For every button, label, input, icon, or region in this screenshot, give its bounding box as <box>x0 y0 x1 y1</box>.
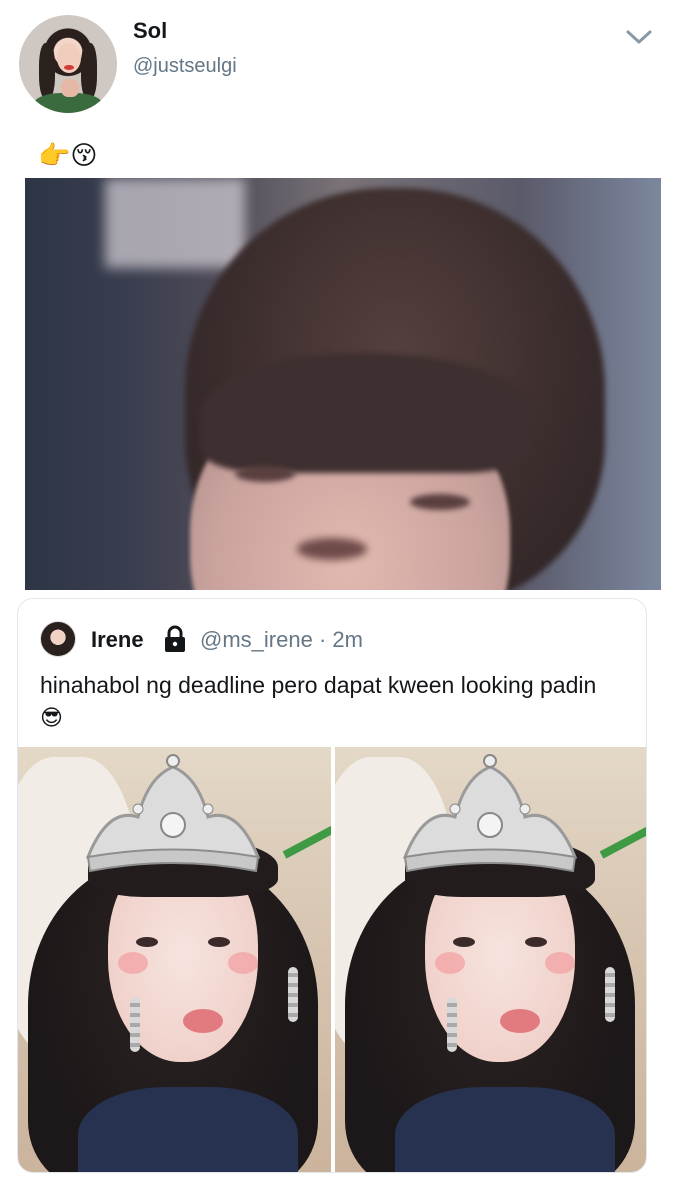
tweet-media-video[interactable] <box>25 178 661 590</box>
video-eye <box>235 466 295 482</box>
photo-earring <box>130 997 140 1052</box>
quoted-handle-time: @ms_irene · 2m <box>200 627 363 653</box>
photo-blush <box>545 952 575 974</box>
chevron-down-icon[interactable] <box>624 25 654 49</box>
quoted-handle: @ms_irene <box>200 627 313 652</box>
quoted-avatar <box>40 621 76 657</box>
photo-earring <box>605 967 615 1022</box>
photo-shirt <box>395 1087 615 1172</box>
photo-eye <box>136 937 158 947</box>
lock-icon <box>165 625 185 652</box>
photo-stripe <box>282 823 331 859</box>
quoted-text-emoji: 😎 <box>40 705 63 730</box>
video-background <box>105 178 245 268</box>
photo-shirt <box>78 1087 298 1172</box>
author-display-name[interactable]: Sol <box>133 18 167 44</box>
quoted-tweet-text: hinahabol ng deadline pero dapat kween l… <box>40 669 620 734</box>
tiara-sticker <box>402 754 578 873</box>
photo-lips <box>500 1009 540 1033</box>
quoted-tweet-card[interactable]: Irene @ms_irene · 2m hinahabol ng deadli… <box>17 598 647 1173</box>
avatar-hair <box>39 43 55 99</box>
quoted-time: · 2m <box>318 627 363 652</box>
avatar-hand <box>61 79 79 97</box>
avatar-lips <box>64 65 74 70</box>
photo-eye <box>525 937 547 947</box>
avatar[interactable] <box>19 15 117 113</box>
quoted-photo[interactable] <box>335 747 646 1172</box>
quoted-photo[interactable] <box>18 747 331 1172</box>
photo-earring <box>447 997 457 1052</box>
video-eye <box>410 494 470 510</box>
tiara-sticker <box>85 754 261 873</box>
avatar-hair <box>81 43 97 99</box>
photo-eye <box>208 937 230 947</box>
photo-lips <box>183 1009 223 1033</box>
photo-blush <box>118 952 148 974</box>
tweet-text: 👉😚 <box>38 140 98 170</box>
photo-blush <box>435 952 465 974</box>
quoted-display-name: Irene <box>91 627 144 652</box>
photo-eye <box>453 937 475 947</box>
author-handle[interactable]: @justseulgi <box>133 55 237 78</box>
photo-earring <box>288 967 298 1022</box>
video-bangs <box>200 353 530 473</box>
quoted-text-body: hinahabol ng deadline pero dapat kween l… <box>40 672 597 698</box>
photo-blush <box>228 952 258 974</box>
video-nose <box>297 538 367 560</box>
quoted-media-grid <box>18 747 646 1172</box>
photo-stripe <box>599 823 646 859</box>
